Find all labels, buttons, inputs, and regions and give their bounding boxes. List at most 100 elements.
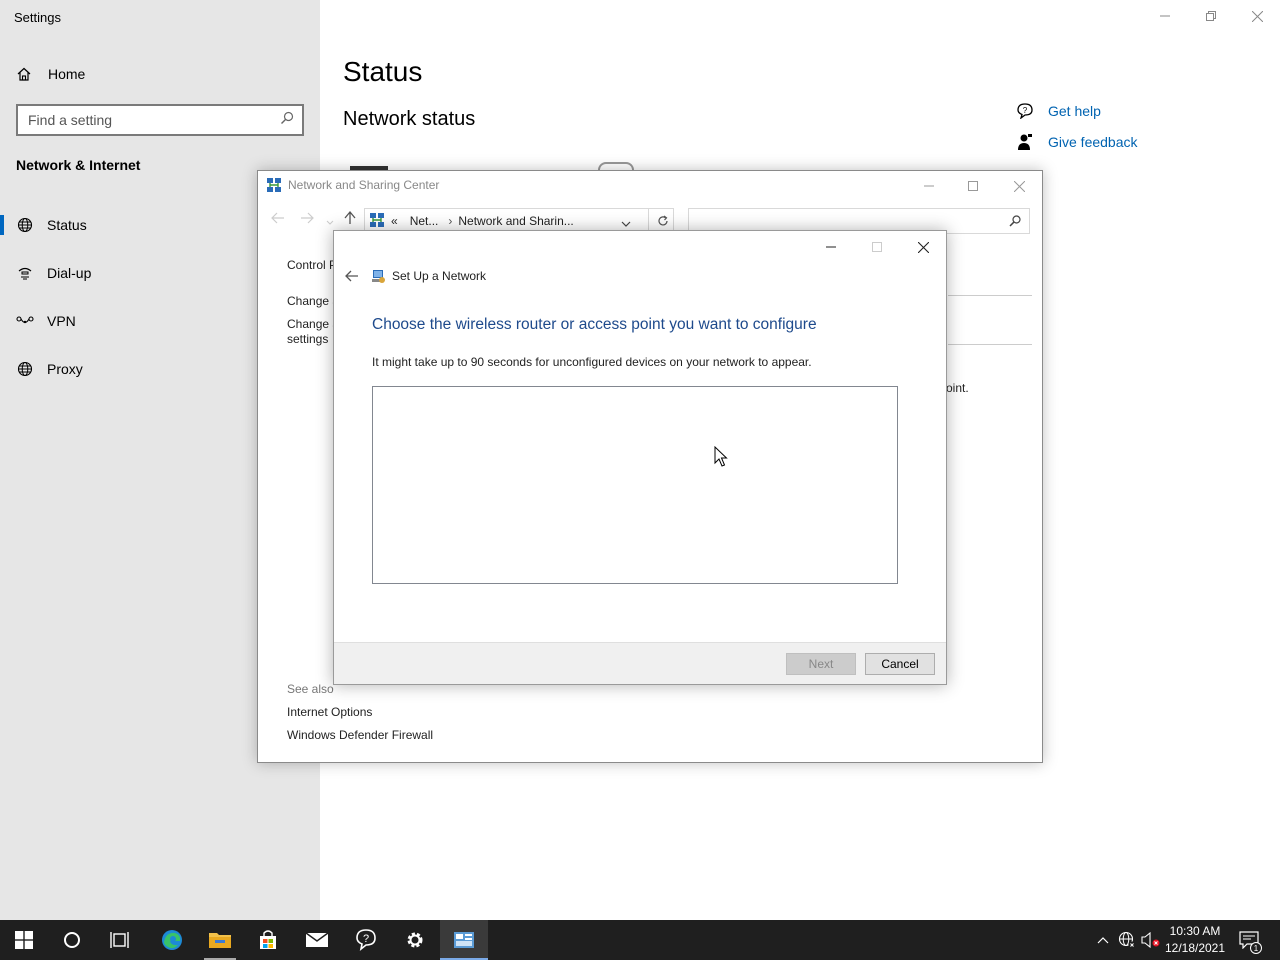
get-help-app-button[interactable]: ? bbox=[342, 920, 390, 960]
mouse-cursor-icon bbox=[714, 445, 728, 473]
mail-button[interactable] bbox=[293, 920, 341, 960]
settings-close-button[interactable] bbox=[1234, 4, 1280, 28]
cancel-button[interactable]: Cancel bbox=[865, 653, 935, 675]
chevron-right-icon: › bbox=[448, 214, 453, 228]
recent-locations-button[interactable] bbox=[326, 213, 334, 229]
store-button[interactable] bbox=[244, 920, 292, 960]
back-button[interactable] bbox=[271, 211, 285, 227]
home-icon bbox=[16, 66, 34, 82]
control-panel-app-button[interactable] bbox=[440, 920, 488, 960]
up-button[interactable] bbox=[344, 210, 356, 228]
get-help-label: Get help bbox=[1048, 103, 1101, 119]
edge-button[interactable] bbox=[148, 920, 196, 960]
windows-logo-icon bbox=[15, 931, 33, 949]
task-view-button[interactable] bbox=[96, 920, 144, 960]
settings-restore-button[interactable] bbox=[1188, 4, 1234, 28]
control-panel-home-link[interactable]: Control P bbox=[287, 258, 337, 273]
home-nav-item[interactable]: Home bbox=[16, 62, 85, 86]
dialog-heading: Choose the wireless router or access poi… bbox=[372, 316, 817, 333]
back-arrow-icon bbox=[271, 212, 284, 224]
globe-icon bbox=[1118, 931, 1136, 949]
search-icon[interactable] bbox=[280, 111, 294, 130]
maximize-icon bbox=[968, 181, 978, 191]
nsc-minimize-button[interactable] bbox=[906, 175, 952, 197]
taskbar-clock[interactable]: 10:30 AM 12/18/2021 bbox=[1160, 923, 1230, 957]
clock-time: 10:30 AM bbox=[1169, 924, 1221, 938]
show-hidden-icons-button[interactable] bbox=[1094, 920, 1112, 960]
setup-network-dialog: Set Up a Network Choose the wireless rou… bbox=[333, 230, 947, 685]
setup-network-icon bbox=[370, 268, 386, 284]
volume-tray-button[interactable] bbox=[1140, 920, 1162, 960]
network-center-icon bbox=[266, 177, 282, 193]
file-explorer-button[interactable] bbox=[196, 920, 244, 960]
change-sharing-settings-link[interactable]: Change a settings bbox=[287, 317, 339, 347]
internet-options-link[interactable]: Internet Options bbox=[287, 705, 372, 719]
dialog-maximize-button[interactable] bbox=[854, 235, 900, 259]
mail-icon bbox=[305, 932, 329, 947]
sidebar-item-label: VPN bbox=[47, 313, 76, 329]
get-help-icon: ? bbox=[356, 929, 376, 951]
device-list[interactable] bbox=[372, 386, 898, 584]
close-icon bbox=[1013, 180, 1025, 192]
windows-defender-firewall-link[interactable]: Windows Defender Firewall bbox=[287, 728, 433, 742]
taskbar: ? 10:30 AM 12/18/2021 1 bbox=[0, 920, 1280, 960]
get-help-link[interactable]: ? Get help bbox=[1016, 102, 1101, 120]
address-segment[interactable]: Net... bbox=[410, 214, 439, 228]
section-title: Network & Internet bbox=[16, 157, 141, 173]
search-button[interactable] bbox=[48, 920, 96, 960]
double-chevron-icon[interactable]: « bbox=[391, 214, 398, 228]
cortana-circle-icon bbox=[64, 932, 80, 948]
address-dropdown[interactable] bbox=[621, 217, 631, 231]
forward-button[interactable] bbox=[300, 211, 314, 227]
home-label: Home bbox=[48, 66, 86, 82]
notification-count-badge: 1 bbox=[1250, 942, 1262, 954]
restore-icon bbox=[1206, 11, 1216, 21]
nsc-maximize-button[interactable] bbox=[950, 175, 996, 197]
settings-app-button[interactable] bbox=[391, 920, 439, 960]
svg-text:?: ? bbox=[363, 933, 369, 945]
start-button[interactable] bbox=[0, 920, 48, 960]
control-panel-icon bbox=[454, 932, 474, 948]
dialog-back-button[interactable] bbox=[342, 267, 362, 285]
network-tray-button[interactable] bbox=[1116, 920, 1138, 960]
close-icon bbox=[917, 241, 929, 253]
dialog-title: Set Up a Network bbox=[370, 268, 486, 284]
search-icon bbox=[1009, 215, 1021, 227]
nsc-title: Network and Sharing Center bbox=[288, 178, 440, 192]
sidebar-item-label: Dial-up bbox=[47, 265, 92, 281]
up-arrow-icon bbox=[344, 210, 356, 224]
side-link-line: settings bbox=[287, 332, 329, 346]
address-segment[interactable]: Network and Sharin... bbox=[458, 214, 573, 228]
chevron-down-icon bbox=[326, 220, 334, 225]
task-view-icon bbox=[110, 932, 129, 948]
network-status-heading: Network status bbox=[343, 108, 476, 130]
vpn-icon bbox=[16, 312, 34, 330]
minimize-icon bbox=[826, 246, 836, 248]
volume-muted-icon bbox=[1141, 932, 1160, 948]
minimize-icon bbox=[924, 185, 934, 187]
maximize-icon bbox=[872, 242, 882, 252]
change-adapter-settings-link[interactable]: Change a bbox=[287, 294, 339, 309]
folder-icon bbox=[209, 933, 231, 948]
dialog-description: It might take up to 90 seconds for uncon… bbox=[372, 355, 812, 369]
settings-search-input[interactable] bbox=[28, 112, 280, 128]
globe-icon bbox=[16, 360, 34, 378]
divider bbox=[948, 295, 1032, 296]
sidebar-item-label: Status bbox=[47, 217, 87, 233]
refresh-icon bbox=[657, 215, 668, 226]
chevron-up-icon bbox=[1097, 937, 1109, 944]
give-feedback-label: Give feedback bbox=[1048, 134, 1138, 150]
partial-text: oint. bbox=[946, 381, 969, 395]
action-center-button[interactable]: 1 bbox=[1236, 920, 1262, 960]
settings-minimize-button[interactable] bbox=[1142, 4, 1188, 28]
dialog-close-button[interactable] bbox=[900, 235, 946, 259]
dialog-title-text: Set Up a Network bbox=[392, 269, 487, 283]
store-icon bbox=[260, 930, 276, 949]
globe-icon bbox=[16, 216, 34, 234]
dialup-icon bbox=[16, 264, 34, 282]
settings-search-box[interactable] bbox=[16, 104, 304, 136]
give-feedback-link[interactable]: Give feedback bbox=[1016, 133, 1138, 151]
nsc-close-button[interactable] bbox=[996, 175, 1042, 197]
dialog-minimize-button[interactable] bbox=[808, 235, 854, 259]
next-button[interactable]: Next bbox=[786, 653, 856, 675]
